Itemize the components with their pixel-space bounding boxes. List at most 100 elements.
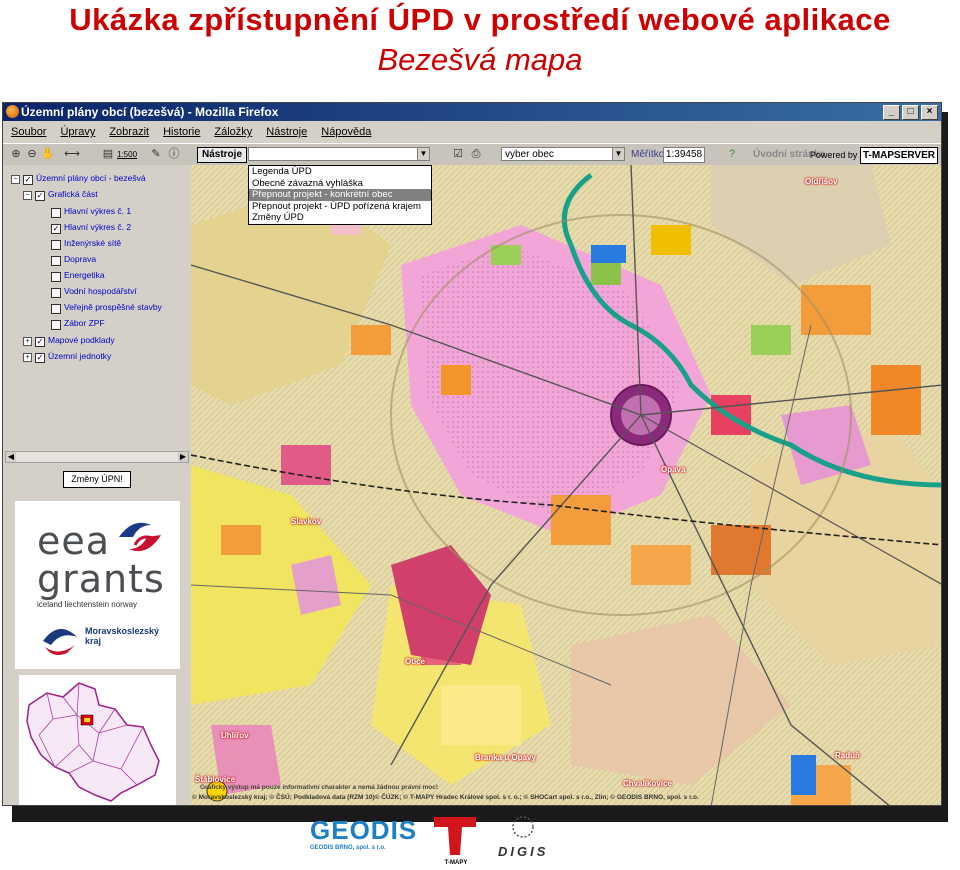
- pan-hand-icon[interactable]: ✋: [41, 147, 55, 161]
- map-label-chvalikovice: Chvalíkovice: [623, 779, 672, 788]
- zoom-in-icon[interactable]: ⊕: [9, 147, 23, 161]
- tree-group-basemaps[interactable]: Mapové podklady: [48, 334, 115, 347]
- tree-group-territorial-units[interactable]: Územní jednotky: [48, 350, 111, 363]
- measure-icon[interactable]: ⟷: [59, 147, 85, 161]
- digis-logo: DIGIS: [498, 815, 568, 870]
- overview-minimap[interactable]: [19, 675, 176, 805]
- chevron-down-icon: ▼: [612, 148, 624, 160]
- tree-layer-3[interactable]: Inženýrské sítě: [64, 237, 121, 250]
- menu-nastroje[interactable]: Nástroje: [266, 126, 307, 138]
- municipality-select-value: vyber obec: [505, 149, 554, 160]
- browser-window: Územní plány obcí (bezešvá) - Mozilla Fi…: [2, 102, 942, 806]
- scale-preset-button[interactable]: 1:500: [117, 147, 137, 162]
- collapse-icon[interactable]: −: [23, 191, 32, 200]
- map-label-branka: Branka u Opavy: [475, 753, 536, 762]
- tmapy-logo-text: T-MAPY: [444, 860, 468, 866]
- tools-button[interactable]: Nástroje: [197, 147, 247, 163]
- changes-button[interactable]: Změny ÚPN!: [63, 471, 131, 488]
- map-copyright: © Moravskoslezský kraj; © ČSÚ; Podkladov…: [192, 794, 699, 801]
- map-label-otice: Otice: [405, 657, 426, 666]
- print-settings-icon[interactable]: ☑: [451, 147, 465, 161]
- eea-grants-logo: eea grants iceland liechtenstein norway …: [15, 501, 180, 669]
- tree-layer-1[interactable]: Hlavní výkres č. 1: [64, 205, 131, 218]
- menu-item-changes[interactable]: Změny ÚPD: [249, 212, 431, 224]
- eea-swirl-icon: [119, 522, 161, 552]
- scroll-right-icon[interactable]: ▶: [178, 452, 188, 462]
- close-button[interactable]: ×: [921, 105, 938, 120]
- tree-group[interactable]: Grafická část: [48, 188, 98, 201]
- geodis-logo: GEODIS GEODIS BRNO, spol. s r.o.: [310, 815, 416, 870]
- window-title: Územní plány obcí (bezešvá) - Mozilla Fi…: [21, 105, 279, 119]
- msk-name-line2: kraj: [85, 636, 102, 646]
- menu-item-switch-municipality[interactable]: Přepnout projekt - konkrétní obec: [249, 189, 431, 201]
- powered-by-text: Powered by: [809, 150, 858, 160]
- firefox-icon: [6, 105, 19, 118]
- menu-item-regulation[interactable]: Obecně závazná vyhláška: [249, 178, 431, 190]
- powered-by: Powered by T-MAPSERVER: [809, 147, 938, 164]
- tools-select[interactable]: ▼: [248, 147, 430, 161]
- land-use-map: [191, 165, 941, 805]
- menu-item-legend[interactable]: Legenda ÚPD: [249, 166, 431, 178]
- menu-upravy[interactable]: Úpravy: [60, 126, 95, 138]
- scale-input[interactable]: 1:39458: [663, 147, 705, 163]
- menu-historie[interactable]: Historie: [163, 126, 200, 138]
- tree-layer-4[interactable]: Doprava: [64, 253, 96, 266]
- layers-icon[interactable]: ▤: [101, 147, 115, 161]
- left-panel: − ✓ Územní plány obcí - bezešvá − ✓ Graf…: [3, 165, 191, 805]
- checkbox-layer-5[interactable]: [51, 272, 61, 282]
- printer-icon[interactable]: ⎙: [469, 147, 483, 161]
- map-canvas[interactable]: Oldřišov Opava Slavkov Otice Uhlířov Štá…: [191, 165, 941, 805]
- checkbox-group[interactable]: ✓: [35, 191, 45, 201]
- collapse-icon[interactable]: −: [11, 175, 20, 184]
- msk-region-name: Moravskoslezský kraj: [85, 626, 159, 646]
- chevron-down-icon: ▼: [417, 148, 429, 160]
- menu-item-switch-region[interactable]: Přepnout projekt - ÚPD pořízená krajem: [249, 201, 431, 213]
- checkbox-basemaps[interactable]: ✓: [35, 337, 45, 347]
- checkbox-territorial-units[interactable]: ✓: [35, 353, 45, 363]
- scale-label: Měřítko:: [631, 149, 668, 160]
- tree-layer-6[interactable]: Vodní hospodářství: [64, 285, 137, 298]
- tree-layer-2[interactable]: Hlavní výkres č. 2: [64, 221, 131, 234]
- geodis-logo-text: GEODIS: [310, 815, 418, 845]
- grants-text: grants: [37, 557, 165, 601]
- map-disclaimer: Grafický výstup má pouze informativní ch…: [200, 784, 439, 791]
- tree-layer-7[interactable]: Veřejně prospěšné stavby: [64, 301, 162, 314]
- zoom-out-icon[interactable]: ⊖: [25, 147, 39, 161]
- tree-root[interactable]: Územní plány obcí - bezešvá: [36, 172, 146, 185]
- scroll-left-icon[interactable]: ◀: [6, 452, 16, 462]
- digis-globe-icon: [512, 816, 534, 838]
- tmapserver-logo: T-MAPSERVER: [859, 147, 938, 164]
- tree-layer-8[interactable]: Zábor ZPF: [64, 317, 105, 330]
- tree-horizontal-scrollbar[interactable]: ◀ ▶: [5, 451, 189, 463]
- maximize-button[interactable]: □: [902, 105, 919, 120]
- checkbox-layer-2[interactable]: ✓: [51, 224, 61, 234]
- expand-icon[interactable]: +: [23, 353, 32, 362]
- checkbox-layer-6[interactable]: [51, 288, 61, 298]
- municipality-select[interactable]: vyber obec ▼: [501, 147, 625, 161]
- menu-soubor[interactable]: Soubor: [11, 126, 46, 138]
- menu-napoveda[interactable]: Nápověda: [321, 126, 371, 138]
- eea-countries: iceland liechtenstein norway: [37, 600, 138, 609]
- menu-bar: Soubor Úpravy Zobrazit Historie Záložky …: [3, 122, 941, 142]
- draw-icon[interactable]: ✎: [149, 147, 163, 161]
- checkbox-root[interactable]: ✓: [23, 175, 33, 185]
- menu-zalozky[interactable]: Záložky: [214, 126, 252, 138]
- minimize-button[interactable]: _: [883, 105, 900, 120]
- checkbox-layer-8[interactable]: [51, 320, 61, 330]
- checkbox-layer-4[interactable]: [51, 256, 61, 266]
- checkbox-layer-1[interactable]: [51, 208, 61, 218]
- slide-subtitle: Bezešvá mapa: [377, 42, 583, 77]
- region-outline-map: [26, 682, 160, 802]
- checkbox-layer-7[interactable]: [51, 304, 61, 314]
- tree-layer-5[interactable]: Energetika: [64, 269, 105, 282]
- eea-text: eea: [37, 519, 111, 563]
- menu-zobrazit[interactable]: Zobrazit: [109, 126, 149, 138]
- expand-icon[interactable]: +: [23, 337, 32, 346]
- tools-dropdown-menu: Legenda ÚPD Obecně závazná vyhláška Přep…: [248, 165, 432, 225]
- digis-logo-text: DIGIS: [498, 844, 549, 859]
- layer-tree: − ✓ Územní plány obcí - bezešvá − ✓ Graf…: [3, 165, 191, 449]
- msk-logo-icon: [43, 628, 77, 655]
- checkbox-layer-3[interactable]: [51, 240, 61, 250]
- info-icon[interactable]: ⓘ: [167, 147, 181, 161]
- help-icon[interactable]: ?: [725, 147, 739, 161]
